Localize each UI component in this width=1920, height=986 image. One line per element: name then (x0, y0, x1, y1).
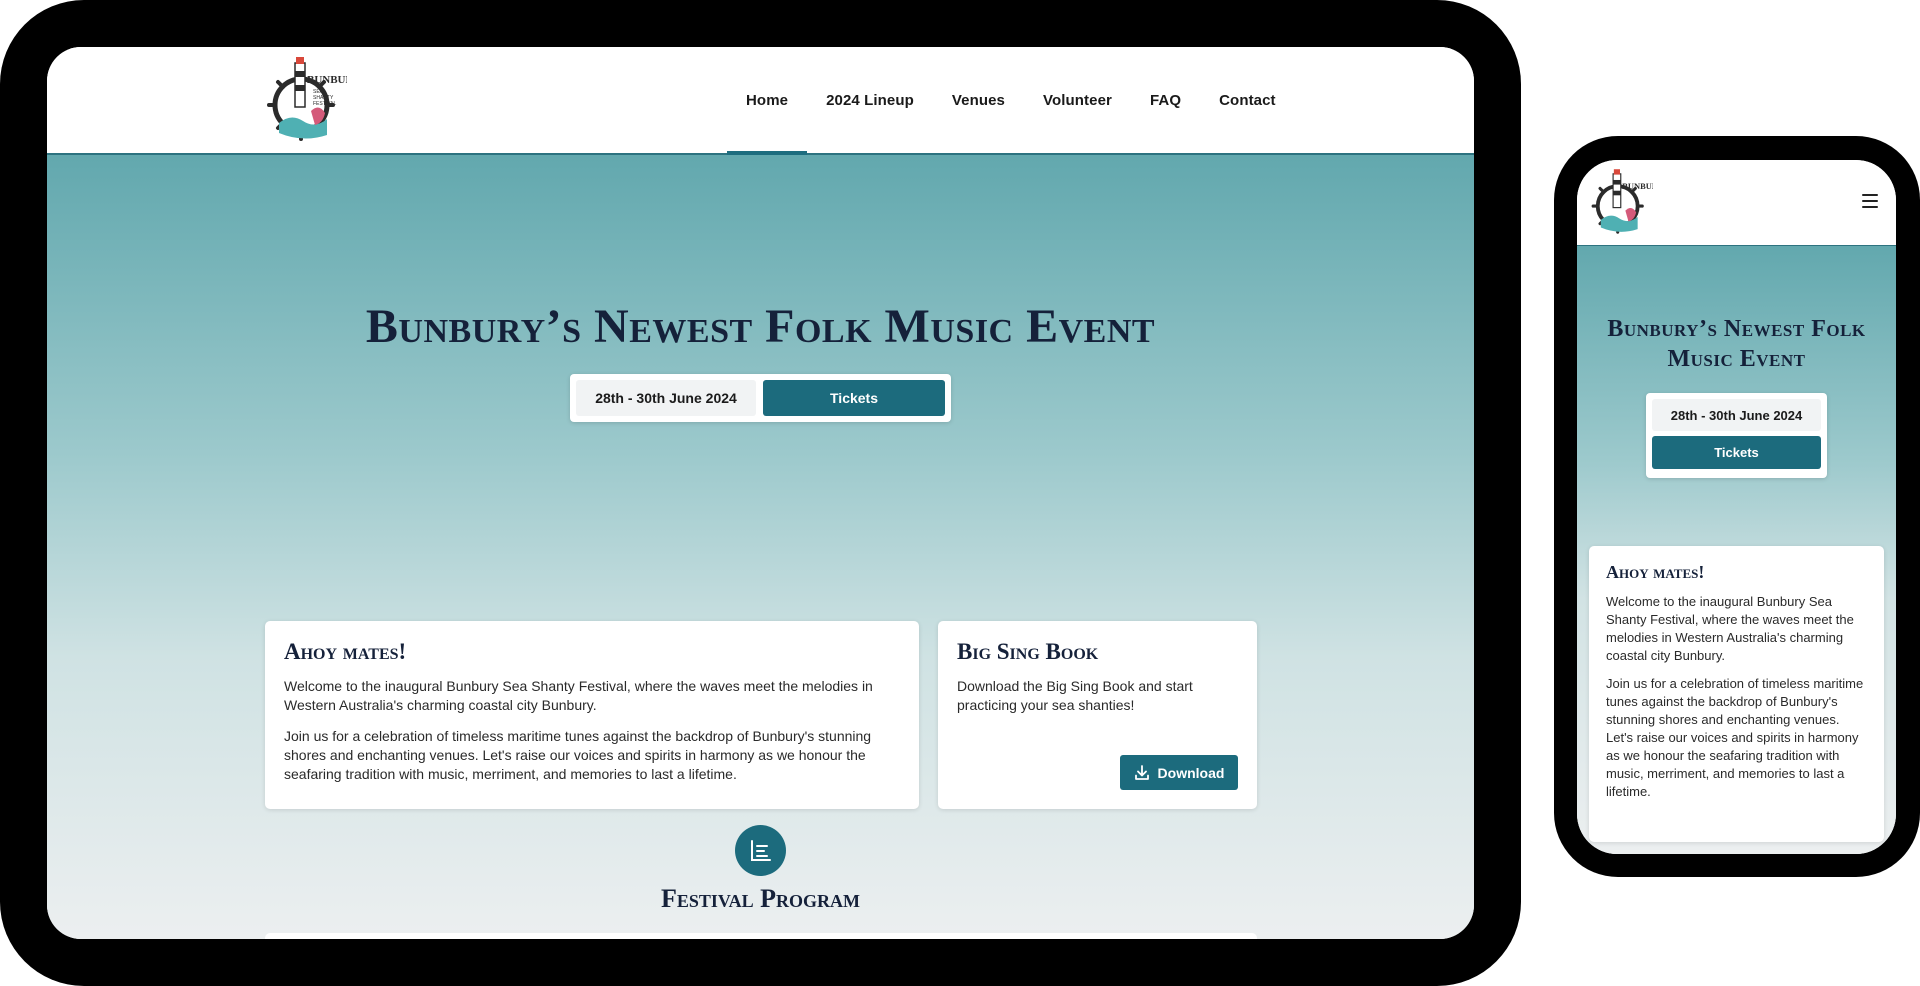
nav-venues[interactable]: Venues (933, 47, 1024, 153)
festival-logo[interactable]: BUNBURY SEA SHANTY FESTIVAL (261, 53, 347, 149)
download-label: Download (1157, 764, 1225, 781)
download-icon (1134, 764, 1149, 780)
phone-screen: BUNBURY Bunbury’s Newest Folk Music Even… (1577, 160, 1896, 854)
nav-volunteer[interactable]: Volunteer (1024, 47, 1131, 153)
welcome-card: Ahoy mates! Welcome to the inaugural Bun… (265, 621, 919, 809)
phone-frame: BUNBURY Bunbury’s Newest Folk Music Even… (1554, 136, 1920, 877)
svg-text:FESTIVAL: FESTIVAL (313, 101, 336, 107)
mobile-welcome-card-title: Ahoy mates! (1606, 562, 1705, 582)
mobile-welcome-card: Ahoy mates! Welcome to the inaugural Bun… (1589, 546, 1884, 842)
hero-title: Bunbury’s Newest Folk Music Event (365, 300, 1156, 353)
mobile-hero-title: Bunbury’s Newest Folk Music Event (1607, 316, 1866, 372)
download-button[interactable]: Download (1120, 755, 1238, 790)
hero-section: Bunbury’s Newest Folk Music Event 28th -… (47, 155, 1474, 939)
program-list-icon (735, 825, 786, 876)
svg-text:BUNBURY: BUNBURY (307, 74, 347, 86)
mobile-festival-dates: 28th - 30th June 2024 (1652, 399, 1821, 431)
welcome-card-title: Ahoy mates! (284, 639, 407, 664)
welcome-card-text-2: Join us for a celebration of timeless ma… (284, 728, 872, 782)
mobile-festival-logo[interactable]: BUNBURY (1587, 166, 1653, 240)
tickets-button[interactable]: Tickets (763, 380, 945, 416)
main-nav: Home 2024 Lineup Venues Volunteer FAQ Co… (727, 47, 1295, 155)
tablet-frame: BUNBURY SEA SHANTY FESTIVAL Home 2024 Li… (0, 0, 1521, 986)
nav-home[interactable]: Home (727, 47, 808, 155)
nav-faq[interactable]: FAQ (1131, 47, 1200, 153)
site-header: BUNBURY SEA SHANTY FESTIVAL Home 2024 Li… (47, 47, 1474, 155)
date-tickets-box: 28th - 30th June 2024 Tickets (570, 374, 951, 422)
nav-contact[interactable]: Contact (1200, 47, 1295, 153)
festival-program-title: Festival Program (661, 884, 860, 913)
welcome-card-text-1: Welcome to the inaugural Bunbury Sea Sha… (284, 678, 873, 713)
program-panel (265, 933, 1257, 939)
mobile-tickets-button[interactable]: Tickets (1652, 436, 1821, 469)
mobile-date-tickets-box: 28th - 30th June 2024 Tickets (1646, 393, 1827, 478)
sing-book-card: Big Sing Book Download the Big Sing Book… (938, 621, 1257, 809)
hamburger-menu-icon[interactable] (1862, 194, 1878, 208)
nav-lineup[interactable]: 2024 Lineup (807, 47, 933, 153)
mobile-welcome-card-text-2: Join us for a celebration of timeless ma… (1606, 676, 1864, 799)
mobile-welcome-card-text-1: Welcome to the inaugural Bunbury Sea Sha… (1606, 594, 1854, 663)
sing-book-title: Big Sing Book (957, 639, 1099, 664)
mobile-hero-section: Bunbury’s Newest Folk Music Event 28th -… (1577, 246, 1896, 854)
svg-text:BUNBURY: BUNBURY (1622, 181, 1653, 191)
sing-book-text: Download the Big Sing Book and start pra… (957, 678, 1193, 713)
tablet-screen: BUNBURY SEA SHANTY FESTIVAL Home 2024 Li… (47, 47, 1474, 939)
festival-dates: 28th - 30th June 2024 (576, 380, 756, 416)
mobile-header: BUNBURY (1577, 160, 1896, 246)
